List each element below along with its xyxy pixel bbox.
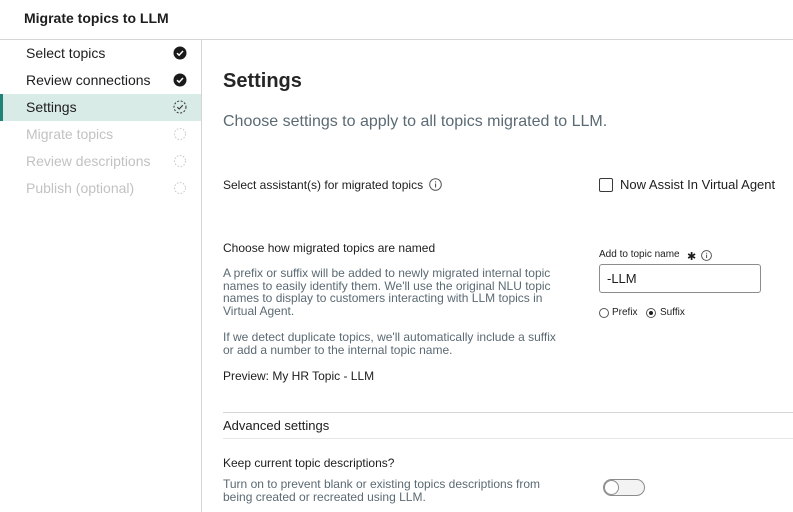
pending-circle-icon bbox=[174, 182, 186, 194]
step-publish: Publish (optional) bbox=[0, 175, 201, 202]
step-migrate-topics: Migrate topics bbox=[0, 121, 201, 148]
page-subtitle: Choose settings to apply to all topics m… bbox=[223, 113, 608, 130]
info-icon[interactable] bbox=[701, 250, 712, 261]
suffix-radio-label[interactable]: Suffix bbox=[660, 307, 685, 318]
app-header: Migrate topics to LLM bbox=[0, 0, 793, 40]
step-review-descriptions: Review descriptions bbox=[0, 148, 201, 175]
naming-description-line: A prefix or suffix will be added to newl… bbox=[223, 266, 551, 280]
keep-descriptions-help: Turn on to prevent blank or existing top… bbox=[223, 478, 540, 503]
duplicate-description: If we detect duplicate topics, we'll aut… bbox=[223, 331, 556, 356]
keep-descriptions-help-line: Turn on to prevent blank or existing top… bbox=[223, 477, 541, 491]
step-label: Review connections bbox=[26, 72, 151, 88]
check-circle-icon bbox=[173, 73, 187, 87]
suffix-radio[interactable] bbox=[646, 308, 656, 318]
stepper-sidebar: Select topics Review connections Setting… bbox=[0, 40, 202, 512]
settings-panel: Settings Choose settings to apply to all… bbox=[202, 40, 793, 512]
step-label: Migrate topics bbox=[26, 126, 114, 142]
in-progress-circle-icon bbox=[173, 100, 187, 114]
duplicate-description-line: or add a number to the internal topic na… bbox=[223, 342, 453, 357]
topic-name-input[interactable] bbox=[599, 264, 761, 293]
advanced-settings-title: Advanced settings bbox=[223, 418, 330, 433]
keep-descriptions-label: Keep current topic descriptions? bbox=[223, 456, 395, 470]
step-label: Publish (optional) bbox=[26, 180, 135, 196]
naming-description: A prefix or suffix will be added to newl… bbox=[223, 267, 551, 317]
keep-descriptions-help-line: being created or recreated using LLM. bbox=[223, 489, 426, 504]
name-preview: Preview: My HR Topic - LLM bbox=[223, 369, 375, 383]
naming-description-line: names to display to customers interactin… bbox=[223, 291, 543, 305]
pending-circle-icon bbox=[174, 128, 186, 140]
now-assist-checkbox[interactable] bbox=[599, 178, 613, 192]
page-header-title: Migrate topics to LLM bbox=[24, 10, 169, 26]
step-settings[interactable]: Settings bbox=[0, 94, 201, 121]
step-label: Settings bbox=[26, 99, 77, 115]
section-divider bbox=[223, 412, 793, 413]
now-assist-checkbox-label[interactable]: Now Assist In Virtual Agent bbox=[620, 177, 775, 192]
prefix-radio[interactable] bbox=[599, 308, 609, 318]
step-review-connections[interactable]: Review connections bbox=[0, 67, 201, 94]
step-label: Review descriptions bbox=[26, 153, 151, 169]
prefix-radio-label[interactable]: Prefix bbox=[612, 307, 638, 318]
topic-name-field-label: Add to topic name bbox=[599, 249, 680, 260]
keep-descriptions-toggle[interactable] bbox=[603, 479, 645, 496]
page-title: Settings bbox=[223, 70, 302, 92]
pending-circle-icon bbox=[174, 155, 186, 167]
info-icon[interactable] bbox=[429, 178, 442, 191]
assistant-label: Select assistant(s) for migrated topics bbox=[223, 178, 424, 192]
required-asterisk-icon: ✱ bbox=[687, 251, 697, 263]
naming-description-line: Virtual Agent. bbox=[223, 303, 295, 318]
step-label: Select topics bbox=[26, 45, 106, 61]
toggle-knob bbox=[604, 480, 619, 495]
naming-label: Choose how migrated topics are named bbox=[223, 241, 436, 255]
duplicate-description-line: If we detect duplicate topics, we'll aut… bbox=[223, 330, 556, 344]
step-select-topics[interactable]: Select topics bbox=[0, 40, 201, 67]
check-circle-icon bbox=[173, 46, 187, 60]
section-divider bbox=[223, 438, 793, 439]
